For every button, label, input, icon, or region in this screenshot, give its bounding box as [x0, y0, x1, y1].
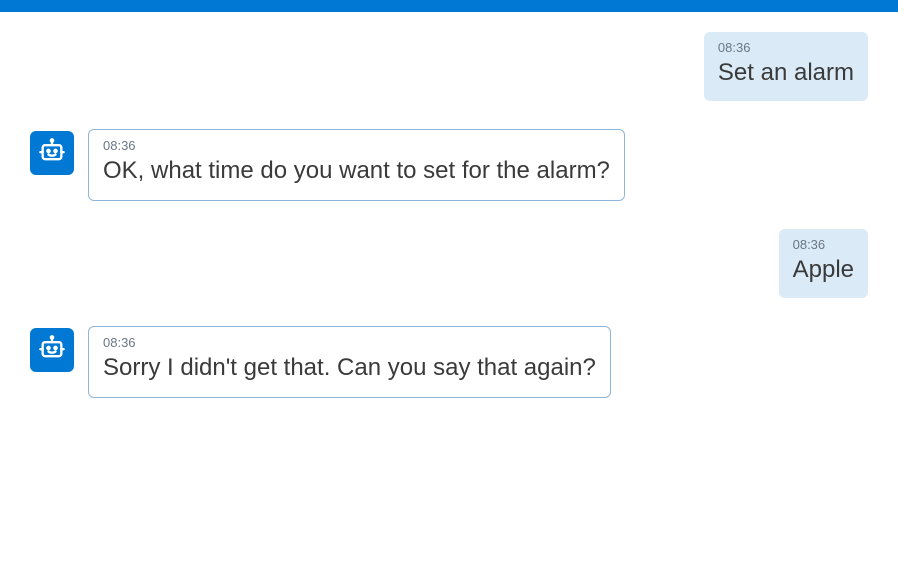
bot-icon: [38, 137, 66, 170]
message-text: Sorry I didn't get that. Can you say tha…: [103, 352, 596, 384]
bot-message-bubble[interactable]: 08:36 Sorry I didn't get that. Can you s…: [88, 326, 611, 397]
message-text: Set an alarm: [718, 57, 854, 89]
bot-message-bubble[interactable]: 08:36 OK, what time do you want to set f…: [88, 129, 625, 200]
user-message-bubble[interactable]: 08:36 Set an alarm: [704, 32, 868, 101]
chat-row-user: 08:36 Apple: [30, 229, 868, 298]
chat-row-bot: 08:36 Sorry I didn't get that. Can you s…: [30, 326, 868, 397]
message-timestamp: 08:36: [793, 237, 854, 252]
bot-avatar: [30, 131, 74, 175]
bot-icon: [38, 334, 66, 367]
bot-avatar: [30, 328, 74, 372]
user-message-bubble[interactable]: 08:36 Apple: [779, 229, 868, 298]
message-timestamp: 08:36: [718, 40, 854, 55]
chat-area: 08:36 Set an alarm 08:36 OK, wha: [0, 12, 898, 446]
chat-row-user: 08:36 Set an alarm: [30, 32, 868, 101]
message-timestamp: 08:36: [103, 335, 596, 350]
message-text: OK, what time do you want to set for the…: [103, 155, 610, 187]
message-timestamp: 08:36: [103, 138, 610, 153]
header-bar: [0, 0, 898, 12]
message-text: Apple: [793, 254, 854, 286]
chat-row-bot: 08:36 OK, what time do you want to set f…: [30, 129, 868, 200]
